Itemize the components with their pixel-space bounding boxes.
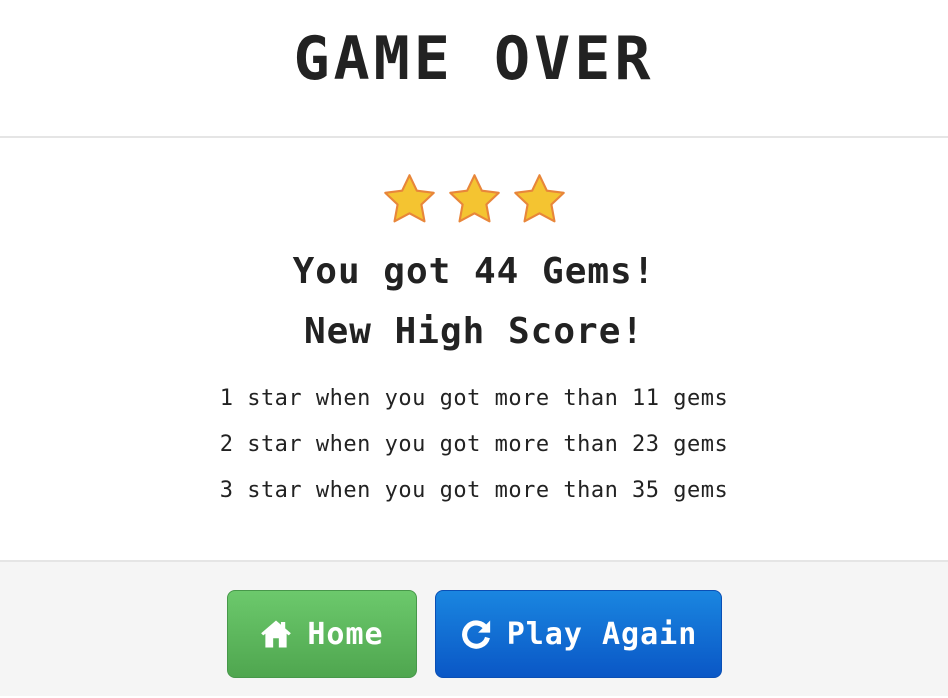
refresh-icon bbox=[461, 620, 490, 649]
star-icon bbox=[383, 173, 435, 222]
gems-result: You got 44 Gems! bbox=[292, 251, 656, 292]
dialog-footer: Home Play Again bbox=[0, 562, 948, 696]
game-over-dialog: GAME OVER You got 44 Gems! New High Scor… bbox=[0, 0, 948, 698]
play-again-button[interactable]: Play Again bbox=[434, 590, 722, 678]
high-score-message: New High Score! bbox=[303, 311, 645, 352]
dialog-header: GAME OVER bbox=[0, 0, 948, 138]
home-button-label: Home bbox=[307, 616, 384, 652]
home-icon bbox=[261, 620, 292, 648]
play-again-button-label: Play Again bbox=[506, 616, 698, 652]
star-rating bbox=[381, 170, 568, 228]
star-rule: 1 star when you got more than 11 gems bbox=[219, 386, 729, 411]
star-rule: 3 star when you got more than 35 gems bbox=[219, 478, 729, 503]
star-rules-list: 1 star when you got more than 11 gems 2 … bbox=[220, 376, 729, 514]
star-rule: 2 star when you got more than 23 gems bbox=[219, 432, 729, 457]
home-button[interactable]: Home bbox=[226, 590, 417, 678]
dialog-body: You got 44 Gems! New High Score! 1 star … bbox=[0, 138, 948, 562]
star-icon bbox=[513, 173, 565, 222]
star-icon bbox=[448, 173, 500, 222]
dialog-title: GAME OVER bbox=[293, 24, 655, 94]
